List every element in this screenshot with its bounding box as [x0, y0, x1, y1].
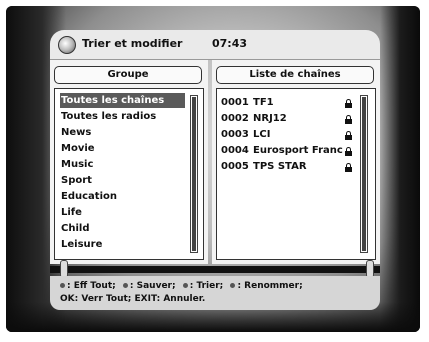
channel-name: NRJ12 [253, 113, 287, 124]
group-panel: Groupe Toutes les chaînes Toutes les rad… [50, 60, 208, 264]
lock-icon [345, 163, 352, 172]
clock-time: 07:43 [212, 37, 248, 50]
lock-icon [345, 115, 352, 124]
channel-row[interactable]: 0003 LCI [221, 127, 349, 142]
help-renommer: : Renommer; [237, 281, 303, 291]
channel-list[interactable]: 0001 TF1 0002 NRJ12 0003 LCI 0004 Eurosport … [216, 88, 376, 260]
help-bar: : Eff Tout; : Sauver; : Trier; : Renomme… [50, 276, 380, 310]
settings-disc-icon [58, 36, 76, 54]
group-item-education[interactable]: Education [61, 189, 117, 204]
help-line-2: OK: Verr Tout; EXIT: Annuler. [60, 294, 206, 304]
channel-name: TPS STAR [253, 161, 307, 172]
channel-number: 0004 [221, 145, 249, 156]
tv-frame: Trier et modifier 07:43 Groupe Toutes le… [0, 0, 429, 342]
group-list[interactable]: Toutes les chaînes Toutes les radios New… [54, 88, 204, 260]
group-item-movie[interactable]: Movie [61, 141, 95, 156]
panel-rail [50, 266, 380, 273]
title-bar: Trier et modifier 07:43 [50, 30, 380, 60]
color-key-dot-icon [182, 282, 188, 288]
group-item-leisure[interactable]: Leisure [61, 237, 102, 252]
help-trier: : Trier; [189, 281, 224, 291]
group-item-all-radios[interactable]: Toutes les radios [61, 109, 156, 124]
group-scrollbar[interactable] [190, 95, 198, 253]
window-title: Trier et modifier [82, 37, 183, 50]
channel-number: 0003 [221, 129, 249, 140]
help-sauver: : Sauver; [129, 281, 176, 291]
group-item-music[interactable]: Music [61, 157, 93, 172]
channel-number: 0002 [221, 113, 249, 124]
channel-row[interactable]: 0005 TPS STAR [221, 159, 349, 174]
channel-row[interactable]: 0004 Eurosport Franc [221, 143, 349, 158]
lock-icon [345, 147, 352, 156]
help-eff-tout: : Eff Tout; [67, 281, 116, 291]
group-item-sport[interactable]: Sport [61, 173, 92, 188]
channel-number: 0005 [221, 161, 249, 172]
channel-number: 0001 [221, 97, 249, 108]
group-item-child[interactable]: Child [61, 221, 89, 236]
group-item-life[interactable]: Life [61, 205, 82, 220]
channel-scrollbar[interactable] [360, 95, 368, 253]
help-line-1: : Eff Tout; : Sauver; : Trier; : Renomme… [60, 281, 303, 291]
channel-name: LCI [253, 129, 271, 140]
group-scroll-thumb[interactable] [192, 97, 196, 251]
channel-row[interactable]: 0001 TF1 [221, 95, 349, 110]
channel-panel: Liste de chaînes 0001 TF1 0002 NRJ12 0003 L… [212, 60, 380, 264]
channel-row[interactable]: 0002 NRJ12 [221, 111, 349, 126]
channel-name: TF1 [253, 97, 274, 108]
background-shade-right [380, 6, 420, 332]
color-key-dot-icon [230, 282, 236, 288]
color-key-dot-icon [122, 282, 128, 288]
group-item-news[interactable]: News [61, 125, 91, 140]
channel-name: Eurosport Franc [253, 145, 343, 156]
group-item-all-channels[interactable]: Toutes les chaînes [60, 93, 185, 108]
lock-icon [345, 99, 352, 108]
channel-panel-header: Liste de chaînes [216, 66, 374, 84]
channel-scroll-thumb[interactable] [362, 97, 366, 251]
group-panel-header: Groupe [54, 66, 202, 84]
lock-icon [345, 131, 352, 140]
color-key-dot-icon [60, 282, 65, 288]
